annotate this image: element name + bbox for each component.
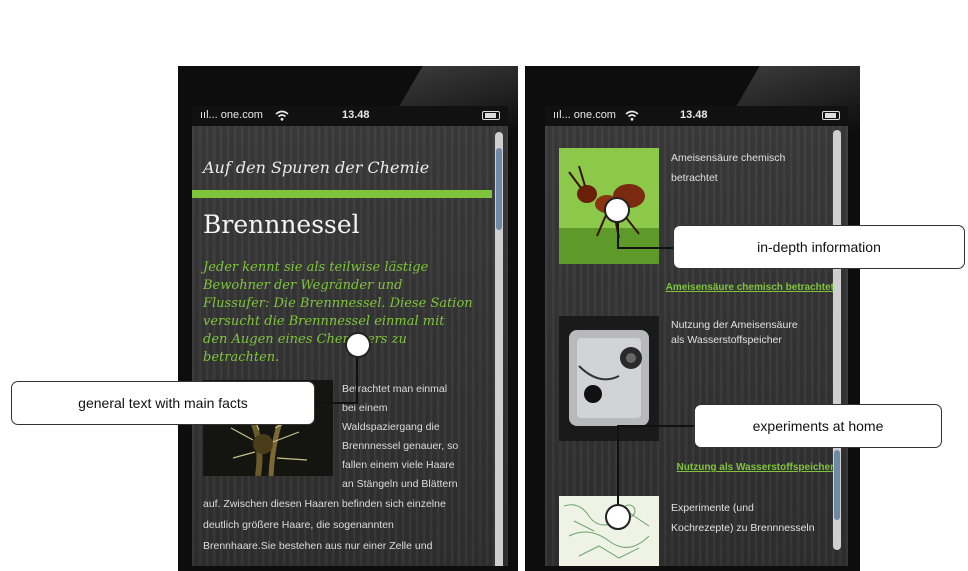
page-title: Brennnessel — [203, 210, 360, 239]
item-caption: Experimente (und Kochrezepte) zu Brennne… — [671, 502, 815, 534]
battery-icon — [822, 111, 840, 120]
scroll-thumb[interactable] — [496, 148, 502, 230]
connector-line — [617, 220, 619, 249]
item-caption: Nutzung der Ameisensäure als Wasserstoff… — [671, 319, 798, 346]
connector-line — [617, 426, 619, 506]
scrollbar[interactable] — [833, 130, 841, 550]
callout-experiments: experiments at home — [694, 404, 942, 448]
left-phone: ııl... one.com 13.48 Auf den Spuren der … — [178, 66, 518, 571]
right-phone: ııl... one.com 13.48 Ameisensäure chemis… — [525, 66, 860, 571]
wifi-icon — [275, 110, 289, 121]
pointer-dot — [605, 504, 631, 530]
body-text-side: Betrachtet man einmal bei einem Waldspaz… — [342, 383, 459, 490]
right-phone-screen: ııl... one.com 13.48 Ameisensäure chemis… — [545, 106, 848, 566]
connector-line — [617, 247, 675, 249]
clock: 13.48 — [342, 109, 370, 121]
connector-line — [356, 357, 358, 404]
site-title[interactable]: Auf den Spuren der Chemie — [203, 158, 429, 177]
pointer-dot — [604, 197, 630, 223]
scroll-thumb[interactable] — [834, 450, 840, 520]
link-ameisensaeure[interactable]: Ameisensäure chemisch betrachtet — [666, 282, 834, 293]
callout-in-depth: in-depth information — [673, 225, 965, 269]
connector-line — [617, 425, 696, 427]
battery-icon — [482, 111, 500, 120]
clock: 13.48 — [680, 109, 708, 121]
title-divider — [192, 190, 492, 198]
status-bar: ııl... one.com 13.48 — [545, 106, 848, 126]
link-wasserstoffspeicher[interactable]: Nutzung als Wasserstoffspeicher — [677, 462, 834, 473]
scrollbar[interactable] — [495, 132, 503, 566]
connector-line — [314, 402, 358, 404]
apparatus-photo[interactable] — [559, 316, 659, 441]
pointer-dot — [345, 332, 371, 358]
body-text-full: auf. Zwischen diesen Haaren befinden sic… — [203, 498, 446, 552]
carrier-label: ııl... one.com — [200, 109, 263, 121]
carrier-label: ııl... one.com — [553, 109, 616, 121]
wifi-icon — [625, 110, 639, 121]
item-caption: Ameisensäure chemisch betrachtet — [671, 152, 786, 184]
callout-general-text: general text with main facts — [11, 381, 315, 425]
status-bar: ııl... one.com 13.48 — [192, 106, 508, 126]
